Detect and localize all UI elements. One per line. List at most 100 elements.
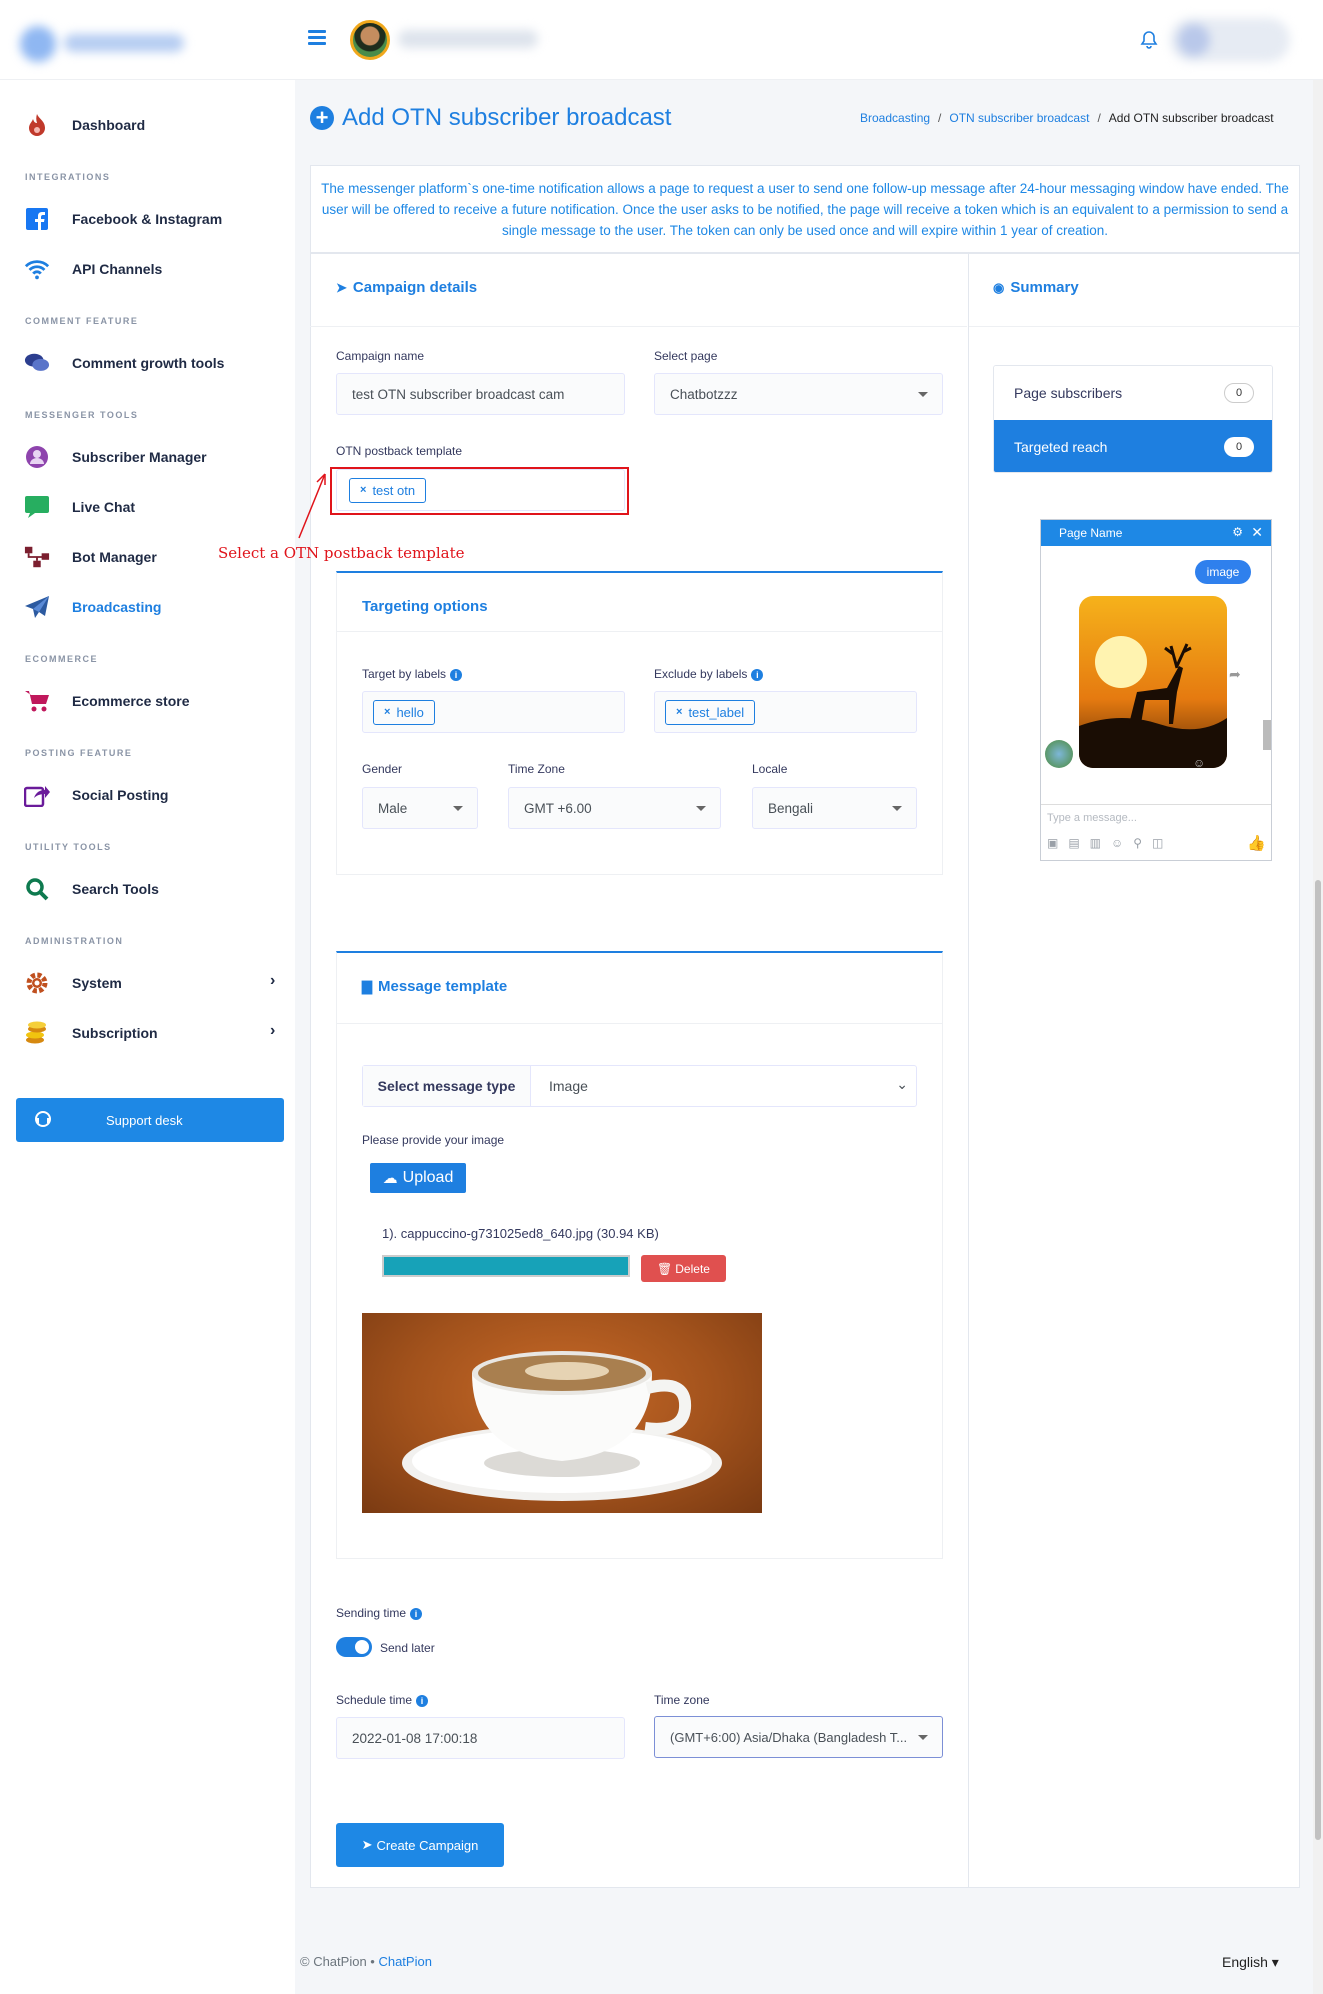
user-profile-menu[interactable] bbox=[1170, 18, 1290, 62]
sidebar-item-subscription[interactable]: Subscription bbox=[24, 1018, 158, 1048]
otn-info-alert: The messenger platform`s one-time notifi… bbox=[310, 165, 1300, 253]
upload-button[interactable]: ☁ Upload bbox=[370, 1163, 466, 1193]
sidebar-item-system[interactable]: System bbox=[24, 968, 122, 998]
exclude-labels-input[interactable]: × test_label bbox=[654, 691, 917, 733]
sidebar-item-bot-manager[interactable]: Bot Manager bbox=[24, 542, 157, 572]
paper-plane-icon: ➤ bbox=[336, 279, 347, 295]
sidebar-item-dashboard[interactable]: Dashboard bbox=[24, 110, 145, 140]
share-icon[interactable]: ➦ bbox=[1229, 666, 1241, 683]
delete-file-button[interactable]: 🗑 Delete bbox=[641, 1255, 726, 1282]
top-navbar bbox=[0, 0, 1323, 80]
create-campaign-button[interactable]: ➤ Create Campaign bbox=[336, 1823, 504, 1867]
sidebar-item-label: Subscription bbox=[72, 1025, 158, 1041]
info-icon[interactable]: i bbox=[410, 1607, 423, 1620]
page-title-text: Add OTN subscriber broadcast bbox=[342, 104, 672, 131]
chevron-right-icon[interactable]: › bbox=[270, 972, 275, 990]
wifi-icon bbox=[24, 256, 50, 282]
breadcrumb-link[interactable]: Broadcasting bbox=[860, 111, 930, 125]
annotation-highlight-box bbox=[330, 467, 629, 515]
breadcrumb-link[interactable]: OTN subscriber broadcast bbox=[949, 111, 1089, 125]
comments-icon bbox=[24, 350, 50, 376]
sidebar-item-label: Comment growth tools bbox=[72, 355, 225, 371]
target-labels-label: Target by labels i bbox=[362, 667, 463, 681]
chevron-right-icon[interactable]: › bbox=[270, 1022, 275, 1040]
info-icon[interactable]: i bbox=[416, 1694, 429, 1707]
brand-logo[interactable] bbox=[20, 22, 190, 62]
info-icon[interactable]: i bbox=[751, 668, 764, 681]
sidebar-section-heading: COMMENT FEATURE bbox=[25, 316, 139, 326]
chevron-down-icon: ⌄ bbox=[896, 1076, 908, 1092]
exclude-label-tag[interactable]: × test_label bbox=[665, 699, 756, 725]
sidebar-item-social-posting[interactable]: Social Posting bbox=[24, 780, 168, 810]
sidebar-item-facebook-instagram[interactable]: Facebook & Instagram bbox=[24, 204, 222, 234]
sitemap-icon bbox=[24, 544, 50, 570]
section-divider bbox=[310, 326, 967, 327]
sidebar-item-search-tools[interactable]: Search Tools bbox=[24, 874, 159, 904]
search-icon bbox=[24, 876, 50, 902]
thumbs-up-icon[interactable]: 👍 bbox=[1247, 834, 1266, 852]
support-desk-button[interactable]: Support desk bbox=[16, 1098, 284, 1142]
fire-icon bbox=[24, 112, 50, 138]
target-labels-input[interactable]: × hello bbox=[362, 691, 625, 733]
target-label-tag[interactable]: × hello bbox=[373, 699, 435, 725]
timezone-select[interactable]: GMT +6.00 bbox=[508, 787, 721, 829]
bell-icon[interactable] bbox=[1140, 30, 1158, 50]
page-subscribers-count: 0 bbox=[1224, 383, 1254, 403]
sidebar-section-heading: MESSENGER TOOLS bbox=[25, 410, 139, 420]
targeting-options-heading: Targeting options bbox=[362, 598, 488, 615]
sidebar-item-subscriber-manager[interactable]: Subscriber Manager bbox=[24, 442, 207, 472]
section-divider bbox=[337, 631, 942, 632]
footer-brand-link[interactable]: ChatPion bbox=[378, 1954, 431, 1969]
schedule-time-input[interactable]: 2022-01-08 17:00:18 bbox=[336, 1717, 625, 1759]
timezone-label: Time Zone bbox=[508, 762, 565, 776]
page-avatar[interactable] bbox=[350, 20, 390, 60]
menu-toggle-icon[interactable] bbox=[308, 30, 326, 46]
send-later-toggle[interactable] bbox=[336, 1637, 372, 1657]
otn-template-label: OTN postback template bbox=[336, 444, 463, 458]
sidebar-item-label: Broadcasting bbox=[72, 599, 162, 615]
sending-time-label: Sending time i bbox=[336, 1606, 423, 1620]
gender-label: Gender bbox=[362, 762, 403, 776]
page-scrollbar[interactable] bbox=[1313, 80, 1323, 1994]
info-icon[interactable]: i bbox=[450, 668, 463, 681]
page-avatar bbox=[1045, 740, 1073, 768]
sidebar-section-heading: ADMINISTRATION bbox=[25, 936, 124, 946]
summary-list: Page subscribers 0 Targeted reach 0 bbox=[993, 365, 1273, 473]
gender-select[interactable]: Male bbox=[362, 787, 478, 829]
annotation-text: Select a OTN postback template bbox=[218, 544, 465, 562]
message-input[interactable]: Type a message... bbox=[1047, 812, 1137, 824]
sidebar-item-api-channels[interactable]: API Channels bbox=[24, 254, 162, 284]
sidebar-item-label: System bbox=[72, 975, 122, 991]
locale-select[interactable]: Bengali bbox=[752, 787, 917, 829]
messenger-preview: Page Name ⚙ ✕ image ➦ ☺ Type a message..… bbox=[1040, 519, 1272, 861]
cloud-upload-icon: ☁ bbox=[382, 1170, 398, 1187]
close-icon[interactable]: ✕ bbox=[1251, 524, 1263, 541]
sidebar-item-comment-growth-tools[interactable]: Comment growth tools bbox=[24, 348, 224, 378]
message-type-select[interactable]: Image ⌄ bbox=[531, 1066, 916, 1106]
remove-tag-icon[interactable]: × bbox=[676, 706, 682, 718]
campaign-name-input[interactable]: test OTN subscriber broadcast cam bbox=[336, 373, 625, 415]
page-subscribers-row: Page subscribers 0 bbox=[994, 366, 1272, 420]
uploaded-image-preview bbox=[362, 1313, 762, 1513]
remove-tag-icon[interactable]: × bbox=[384, 706, 390, 718]
sidebar-item-label: Ecommerce store bbox=[72, 693, 190, 709]
select-page-dropdown[interactable]: Chatbotzzz bbox=[654, 373, 943, 415]
sidebar-item-live-chat[interactable]: Live Chat bbox=[24, 492, 135, 522]
composer-divider bbox=[1041, 804, 1271, 805]
time-zone-select[interactable]: (GMT+6:00) Asia/Dhaka (Bangladesh T... bbox=[654, 1716, 943, 1758]
composer-toolbar-icons[interactable]: ▣▤▥☺⚲◫ bbox=[1047, 836, 1173, 850]
annotation-arrow bbox=[298, 473, 326, 539]
sidebar-section-heading: POSTING FEATURE bbox=[25, 748, 133, 758]
language-selector[interactable]: English ▾ bbox=[1222, 1954, 1279, 1971]
facebook-icon bbox=[24, 206, 50, 232]
gear-icon[interactable]: ⚙ bbox=[1232, 525, 1243, 539]
message-type-group: Select message type Image ⌄ bbox=[362, 1065, 917, 1107]
emoji-react-icon[interactable]: ☺ bbox=[1193, 756, 1205, 770]
cart-icon bbox=[24, 688, 50, 714]
sidebar-item-ecommerce-store[interactable]: Ecommerce store bbox=[24, 686, 190, 716]
preview-image bbox=[1079, 596, 1227, 768]
chat-icon bbox=[24, 494, 50, 520]
preview-scrollbar[interactable] bbox=[1263, 720, 1271, 750]
sidebar-item-broadcasting[interactable]: Broadcasting bbox=[24, 592, 161, 622]
file-icon: ▇ bbox=[362, 978, 372, 994]
